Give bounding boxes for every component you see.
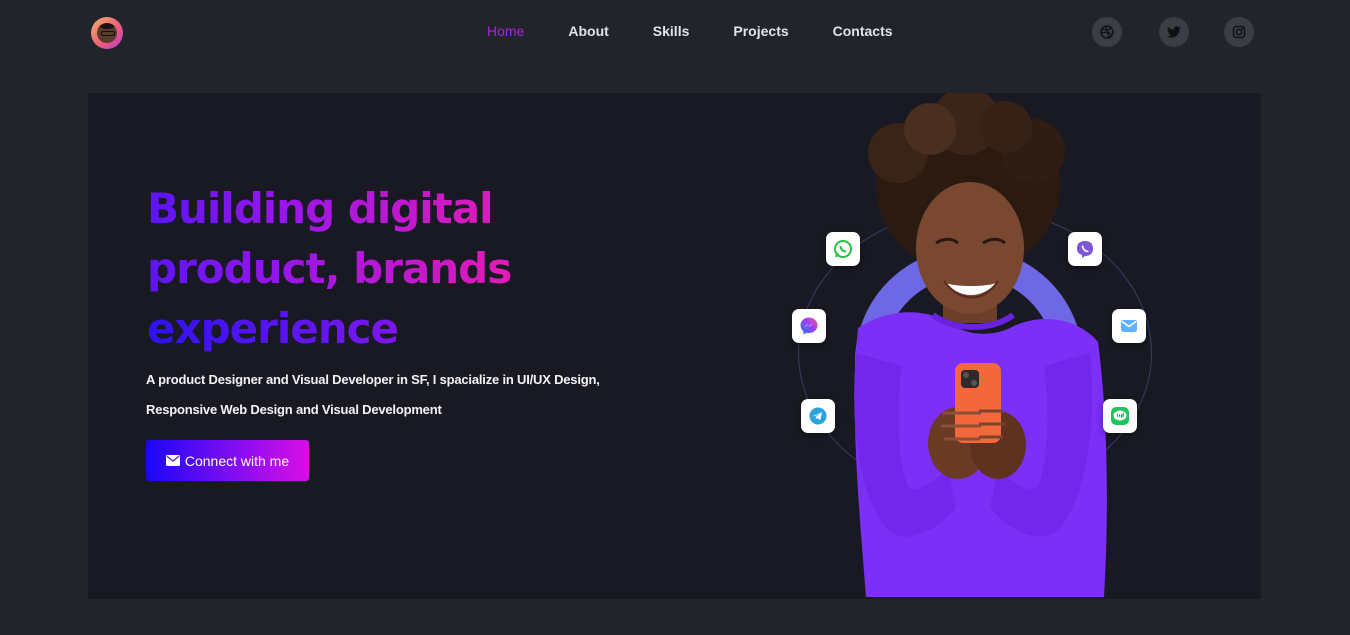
hero-section: Building digital product, brands experie…: [88, 93, 1261, 599]
line-icon[interactable]: [1103, 399, 1137, 433]
avatar-face: [97, 23, 117, 43]
nav-skills[interactable]: Skills: [653, 23, 690, 39]
nav-projects[interactable]: Projects: [733, 23, 788, 39]
mail-icon[interactable]: [1112, 309, 1146, 343]
twitter-icon[interactable]: [1159, 17, 1189, 47]
logo-avatar[interactable]: [91, 17, 123, 49]
connect-button[interactable]: Connect with me: [146, 440, 309, 481]
envelope-icon: [165, 455, 180, 466]
headline-line-2: product, brands: [147, 239, 512, 299]
headline-line-3: experience: [147, 299, 511, 359]
subtitle-line-1: A product Designer and Visual Developer …: [146, 372, 600, 387]
woman-with-phone-illustration: [854, 93, 1107, 597]
viber-icon[interactable]: [1068, 232, 1102, 266]
nav-contacts[interactable]: Contacts: [833, 23, 893, 39]
whatsapp-icon[interactable]: [826, 232, 860, 266]
connect-button-label: Connect with me: [184, 452, 290, 469]
messenger-icon[interactable]: [792, 309, 826, 343]
hero-headline: Building digital product, brands experie…: [147, 179, 512, 359]
subtitle-line-2: Responsive Web Design and Visual Develop…: [146, 402, 442, 417]
main-nav: Home About Skills Projects Contacts: [487, 23, 937, 39]
headline-line-1: Building digital: [147, 179, 511, 239]
hero-subtitle: A product Designer and Visual Developer …: [146, 365, 666, 425]
instagram-icon[interactable]: [1224, 17, 1254, 47]
nav-home[interactable]: Home: [487, 23, 524, 39]
nav-about[interactable]: About: [568, 23, 608, 39]
dribbble-icon[interactable]: [1092, 17, 1122, 47]
telegram-icon[interactable]: [801, 399, 835, 433]
